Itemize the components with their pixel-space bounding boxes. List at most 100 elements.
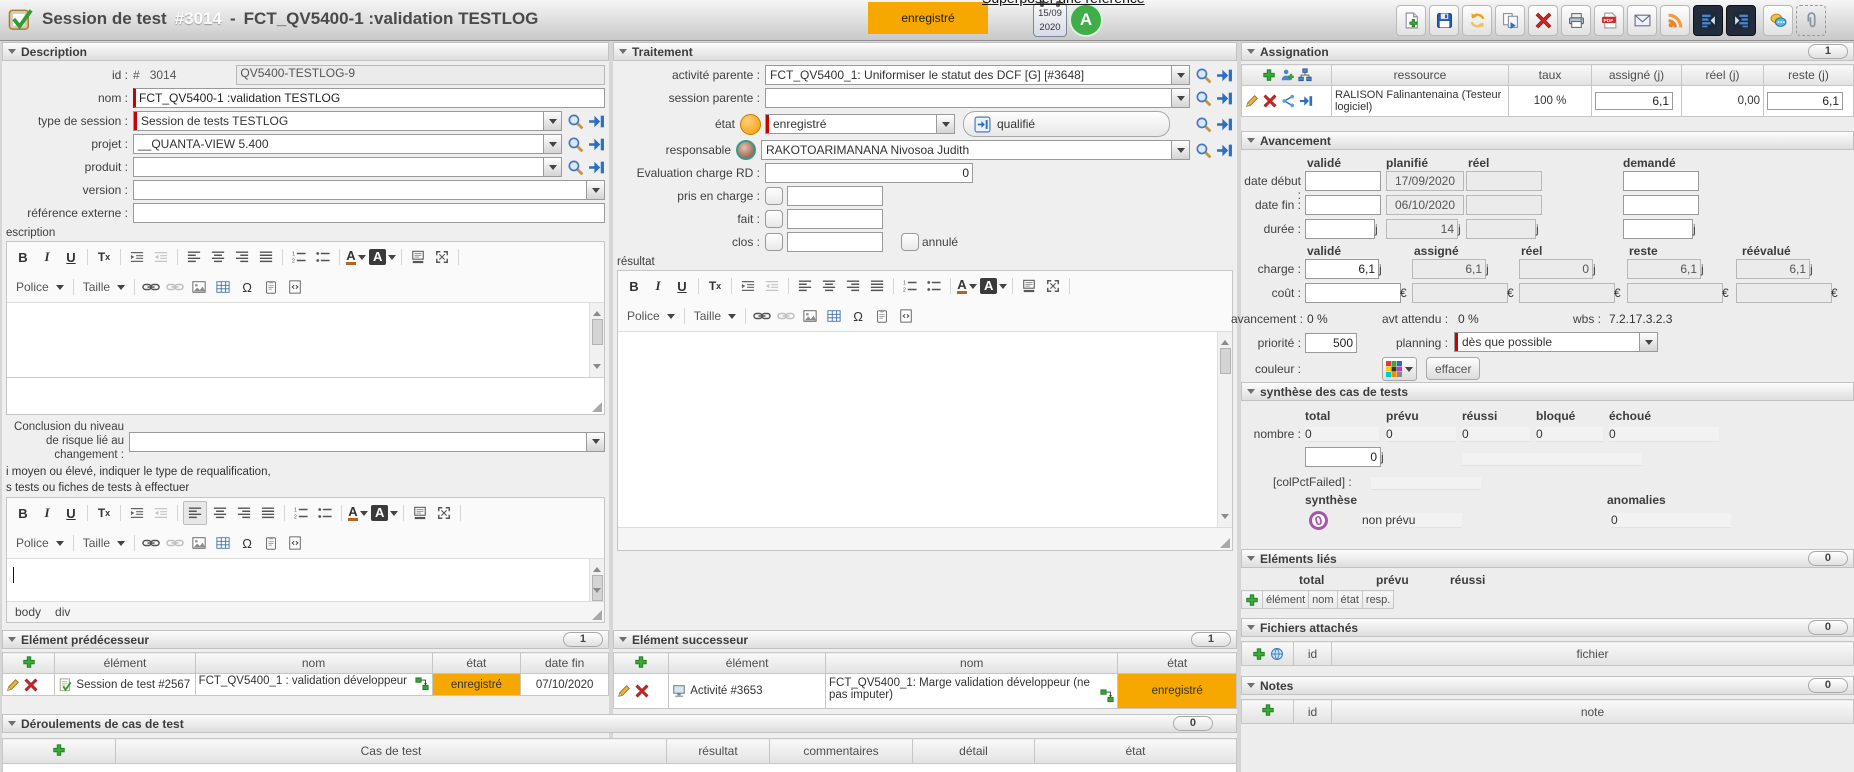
image-button[interactable] — [188, 276, 210, 298]
copy-format-button[interactable] — [407, 246, 429, 268]
section-header-traitement[interactable]: Traitement — [613, 42, 1237, 61]
column-header-taux[interactable]: taux — [1509, 65, 1592, 86]
resize-handle[interactable] — [592, 610, 602, 620]
bg-color-button[interactable]: A — [369, 246, 396, 268]
transition-qualifie-button[interactable]: qualifié — [963, 111, 1170, 137]
bg-color-button[interactable]: A — [371, 502, 398, 524]
align-right-button[interactable] — [233, 502, 255, 524]
align-left-button[interactable] — [183, 501, 207, 525]
search-icon[interactable] — [567, 159, 584, 176]
outdent-button[interactable] — [150, 502, 172, 524]
version-select[interactable] — [133, 180, 605, 200]
pris-en-charge-date-input[interactable] — [787, 186, 883, 206]
fait-checkbox[interactable] — [765, 210, 783, 228]
print-button[interactable] — [1561, 5, 1591, 36]
paste-button[interactable] — [260, 276, 282, 298]
font-size-select[interactable]: Taille — [78, 277, 130, 297]
align-center-button[interactable] — [818, 275, 840, 297]
section-header-successor[interactable]: Elément successeur 1 — [613, 630, 1237, 649]
delete-icon[interactable] — [1263, 94, 1277, 108]
delete-icon[interactable] — [635, 684, 649, 698]
predecessor-nom[interactable]: FCT_QV5400_1 : validation développeur — [199, 675, 407, 687]
column-header-id[interactable]: id — [1294, 700, 1332, 724]
date-fin-demande-input[interactable] — [1623, 195, 1699, 215]
font-size-select[interactable]: Taille — [689, 306, 741, 326]
column-header-datefin[interactable]: date fin — [521, 653, 609, 674]
session-parente-select[interactable] — [765, 88, 1190, 108]
email-button[interactable] — [1627, 5, 1657, 36]
column-header-cas-de-test[interactable]: Cas de test — [116, 739, 667, 764]
link-button[interactable] — [140, 276, 162, 298]
bold-button[interactable]: B — [623, 275, 645, 297]
section-header-avancement[interactable]: Avancement — [1241, 131, 1854, 150]
indent-button[interactable] — [126, 246, 148, 268]
font-select[interactable]: Police — [11, 533, 69, 553]
goto-icon[interactable] — [1216, 142, 1233, 159]
date-fin-valide-input[interactable] — [1305, 195, 1381, 215]
font-select[interactable]: Police — [11, 277, 69, 297]
column-header-etat[interactable]: état — [1337, 591, 1362, 609]
font-size-select[interactable]: Taille — [78, 533, 130, 553]
column-header-etat[interactable]: état — [1118, 653, 1237, 674]
assignation-reste-input[interactable] — [1767, 92, 1843, 110]
unlink-button[interactable] — [164, 532, 186, 554]
edit-icon[interactable] — [1245, 94, 1259, 108]
goto-icon[interactable] — [1299, 94, 1313, 108]
search-icon[interactable] — [567, 136, 584, 153]
column-header-etat[interactable]: état — [432, 653, 521, 674]
column-header-detail[interactable]: détail — [913, 739, 1035, 764]
underline-button[interactable]: U — [671, 275, 693, 297]
font-select[interactable]: Police — [622, 306, 680, 326]
special-char-button[interactable]: Ω — [847, 305, 869, 327]
add-note-button[interactable] — [1242, 700, 1294, 724]
bold-button[interactable]: B — [12, 246, 34, 268]
outdent-button[interactable] — [150, 246, 172, 268]
source-button[interactable] — [284, 532, 306, 554]
cout-valide-input[interactable] — [1305, 283, 1401, 303]
maximize-button[interactable] — [433, 502, 455, 524]
align-justify-button[interactable] — [866, 275, 888, 297]
link-button[interactable] — [140, 532, 162, 554]
add-file-button[interactable] — [1252, 647, 1266, 661]
bg-color-button[interactable]: A — [980, 275, 1007, 297]
search-icon[interactable] — [567, 113, 584, 130]
rss-button[interactable] — [1660, 5, 1690, 36]
add-predecessor-button[interactable] — [3, 653, 55, 674]
outdent-button[interactable] — [761, 275, 783, 297]
responsable-select[interactable]: RAKOTOARIMANANA Nivosoa Judith — [761, 140, 1190, 160]
column-header-note[interactable]: note — [1332, 700, 1854, 724]
search-icon[interactable] — [1195, 116, 1212, 133]
section-header-description[interactable]: Description — [2, 42, 609, 61]
align-justify-button[interactable] — [255, 246, 277, 268]
unlink-button[interactable] — [164, 276, 186, 298]
add-element-lie-button[interactable] — [1242, 591, 1263, 609]
search-icon[interactable] — [1195, 90, 1212, 107]
image-button[interactable] — [799, 305, 821, 327]
align-right-button[interactable] — [231, 246, 253, 268]
column-header-element[interactable]: élément — [55, 653, 195, 674]
ordered-list-button[interactable] — [899, 275, 921, 297]
column-header-ressource[interactable]: ressource — [1332, 65, 1509, 86]
description-editor-content[interactable] — [7, 302, 604, 377]
special-char-button[interactable]: Ω — [236, 532, 258, 554]
collapse-left-panel-button[interactable] — [1693, 5, 1723, 36]
italic-button[interactable]: I — [647, 275, 669, 297]
bullet-list-button[interactable] — [314, 502, 336, 524]
paste-button[interactable] — [260, 532, 282, 554]
column-header-element[interactable]: élément — [1263, 591, 1309, 609]
clos-checkbox[interactable] — [765, 233, 783, 251]
indent-button[interactable] — [126, 502, 148, 524]
copy-button[interactable] — [1495, 5, 1525, 36]
underline-button[interactable]: U — [60, 502, 82, 524]
column-header-element[interactable]: élément — [669, 653, 826, 674]
bold-button[interactable]: B — [12, 502, 34, 524]
collapse-right-panel-button[interactable] — [1726, 5, 1756, 36]
scrollbar[interactable] — [589, 559, 604, 601]
path-div[interactable]: div — [55, 605, 70, 619]
goto-icon[interactable] — [1216, 67, 1233, 84]
date-debut-valide-input[interactable] — [1305, 171, 1381, 191]
table-button[interactable] — [212, 276, 234, 298]
align-justify-button[interactable] — [257, 502, 279, 524]
type-session-select[interactable]: Session de tests TESTLOG — [133, 111, 562, 131]
table-button[interactable] — [823, 305, 845, 327]
